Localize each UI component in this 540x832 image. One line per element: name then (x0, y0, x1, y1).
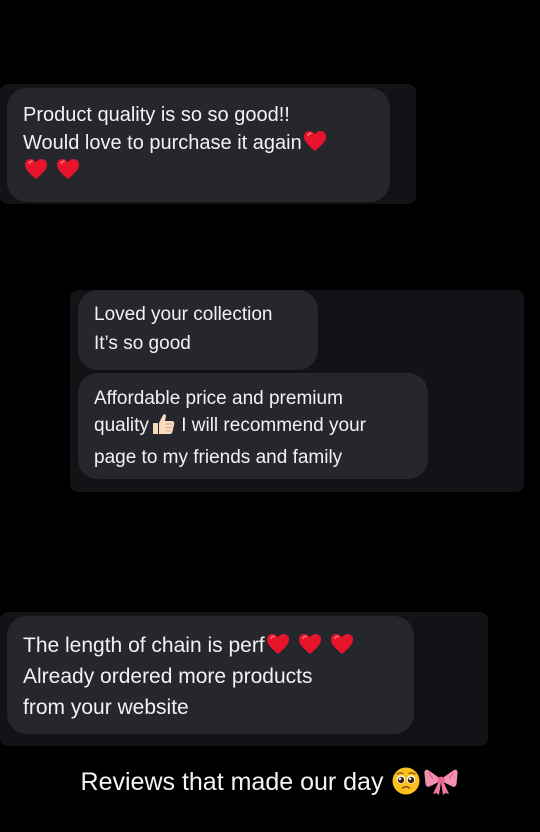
message-line: page to my friends and family (94, 447, 343, 468)
message-line: It’s so good (94, 333, 191, 354)
pleading-face-icon (391, 766, 421, 803)
message-line: Already ordered more products (23, 665, 313, 688)
red-heart-icon (329, 632, 355, 656)
message-line: The length of chain is perf (23, 630, 398, 661)
red-heart-icon (23, 157, 49, 181)
message-bubble-affordable[interactable]: Affordable price and premium quality I w… (78, 373, 428, 479)
message-bubble-quality[interactable]: Product quality is so so good!! Would lo… (7, 88, 390, 202)
caption: Reviews that made our day (0, 766, 540, 803)
message-bubble-chain[interactable]: The length of chain is perf Already orde… (7, 616, 414, 734)
message-line: Product quality is so so good!! (23, 104, 290, 126)
red-heart-icon (55, 157, 81, 181)
caption-text: Reviews that made our day (80, 768, 384, 796)
message-line: Would love to purchase it again (23, 129, 374, 157)
message-line: quality I will recommend your (94, 412, 412, 444)
red-heart-icon (297, 632, 323, 656)
red-heart-icon (302, 129, 328, 153)
ribbon-icon (423, 766, 459, 803)
message-line: Loved your collection (94, 304, 273, 325)
thumbs-up-icon (150, 412, 176, 444)
message-bubble-collection[interactable]: Loved your collection It’s so good (78, 290, 318, 370)
message-line: from your website (23, 696, 189, 719)
red-heart-icon (265, 632, 291, 656)
message-line: Affordable price and premium (94, 388, 343, 409)
message-line (23, 157, 374, 185)
